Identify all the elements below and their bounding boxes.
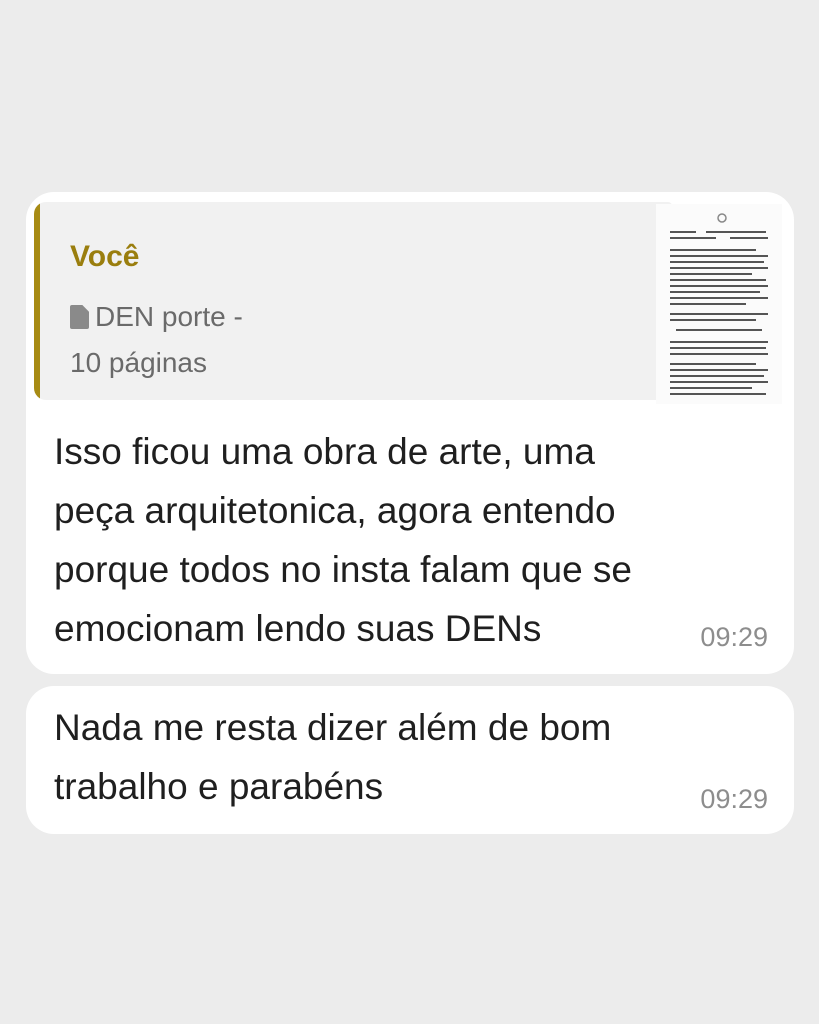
document-icon	[70, 305, 89, 329]
quote-accent-bar	[34, 202, 40, 400]
message-line: emocionam lendo suas DENs	[54, 608, 542, 649]
message-line: peça arquitetonica, agora entendo	[54, 490, 616, 531]
message-timestamp: 09:29	[700, 622, 768, 652]
message-text: Isso ficou uma obra de arte, uma peça ar…	[54, 422, 632, 658]
quote-author: Você	[70, 240, 140, 273]
message-bubble[interactable]: Nada me resta dizer além de bom trabalho…	[26, 686, 794, 834]
message-line: Nada me resta dizer além de bom	[54, 707, 612, 748]
message-line: porque todos no insta falam que se	[54, 549, 632, 590]
message-line: trabalho e parabéns	[54, 766, 384, 807]
document-thumbnail[interactable]	[656, 204, 782, 404]
message-text: Nada me resta dizer além de bom trabalho…	[54, 698, 611, 816]
quoted-file-info: DEN porte - 10 páginas	[70, 294, 370, 386]
message-line: Isso ficou uma obra de arte, uma	[54, 431, 595, 472]
message-timestamp: 09:29	[700, 784, 768, 814]
message-bubble[interactable]: Você DEN porte - 10 páginas Isso ficou u…	[26, 192, 794, 674]
quoted-file-name: DEN porte -	[95, 301, 243, 332]
quoted-reply[interactable]: Você DEN porte - 10 páginas	[34, 202, 672, 400]
quoted-file-pages: 10 páginas	[70, 347, 208, 378]
